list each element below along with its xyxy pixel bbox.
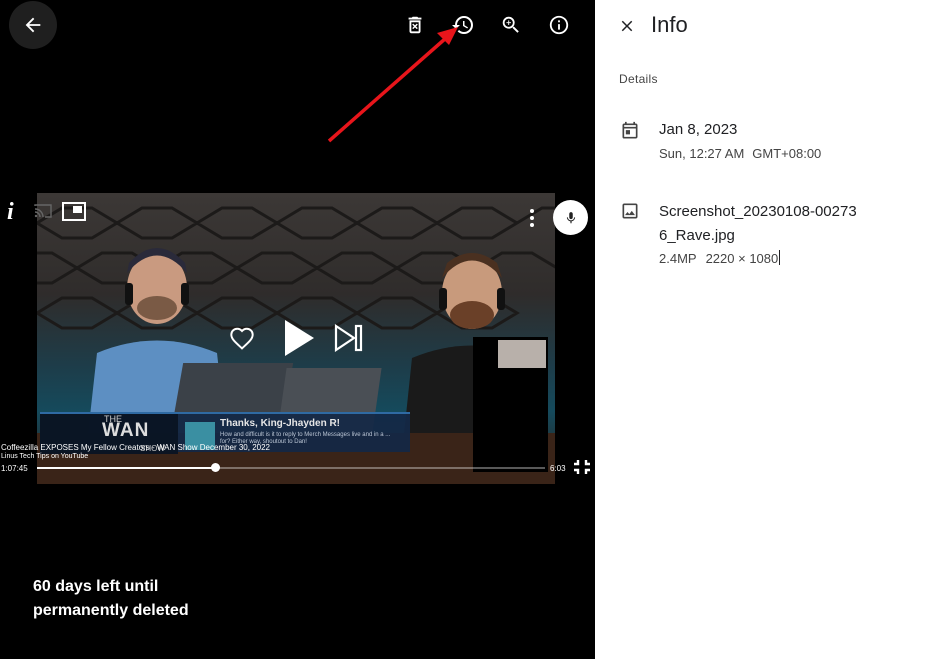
restore-button[interactable] — [439, 1, 487, 49]
picture-in-picture-icon[interactable] — [62, 202, 86, 221]
info-icon — [549, 15, 569, 35]
text-caret — [779, 250, 781, 265]
video-channel: Linus Tech Tips on YouTube — [1, 453, 89, 460]
info-button[interactable] — [535, 1, 583, 49]
skip-next-icon[interactable] — [334, 324, 364, 352]
delete-forever-button[interactable] — [391, 1, 439, 49]
details-heading: Details — [619, 72, 658, 86]
play-icon[interactable] — [283, 319, 315, 357]
video-title: Coffeezilla EXPOSES My Fellow Creators -… — [1, 443, 270, 452]
banner-title: Thanks, King-Jhayden R! — [220, 418, 341, 429]
pip-thumbnail — [498, 340, 546, 368]
elapsed-time: 1:07:45 — [1, 464, 28, 473]
cast-icon[interactable] — [34, 204, 52, 218]
logo-wan-text: WAN — [102, 420, 150, 441]
date-timezone: GMT+08:00 — [752, 146, 822, 161]
date-primary: Jan 8, 2023 — [659, 121, 738, 138]
calendar-icon — [622, 121, 638, 139]
fullscreen-exit-icon[interactable] — [573, 459, 591, 475]
image-icon — [622, 203, 638, 219]
info-panel: Info Details Jan 8, 2023 Sun, 12:27 AM GM… — [595, 0, 949, 659]
progress-fill — [37, 467, 215, 469]
mic-icon — [566, 211, 575, 223]
photo-viewer: THE WAN SHOW Thanks, King-Jhayden R! How… — [0, 0, 595, 659]
mic-button[interactable] — [553, 200, 588, 235]
video-progress-bar[interactable] — [37, 463, 545, 472]
file-dimensions: 2220 × 1080 — [705, 251, 779, 266]
date-day-time: Sun, 12:27 AM — [659, 146, 745, 161]
file-meta: 2.4MP 2220 × 1080 — [659, 250, 781, 266]
close-button[interactable] — [611, 10, 643, 42]
progress-scrubber[interactable] — [210, 463, 220, 472]
heart-icon[interactable] — [228, 326, 256, 350]
info-italic-icon[interactable]: i — [7, 199, 14, 226]
arrow-left-icon — [25, 17, 41, 33]
more-vert-icon[interactable] — [528, 208, 536, 228]
deletion-notice: 60 days left until permanently deleted — [33, 578, 189, 619]
file-megapixels: 2.4MP — [659, 251, 697, 266]
panel-title: Info — [651, 12, 688, 37]
back-button[interactable] — [9, 1, 57, 49]
file-name[interactable]: Screenshot_20230108-002736_Rave.jpg — [659, 200, 859, 248]
zoom-in-button[interactable] — [487, 1, 535, 49]
remaining-time: 6:03 — [550, 464, 566, 473]
date-secondary: Sun, 12:27 AM GMT+08:00 — [659, 146, 821, 161]
zoom-in-icon — [502, 16, 519, 33]
restore-history-icon — [452, 16, 473, 35]
close-icon — [621, 20, 633, 32]
delete-forever-icon — [408, 16, 422, 34]
